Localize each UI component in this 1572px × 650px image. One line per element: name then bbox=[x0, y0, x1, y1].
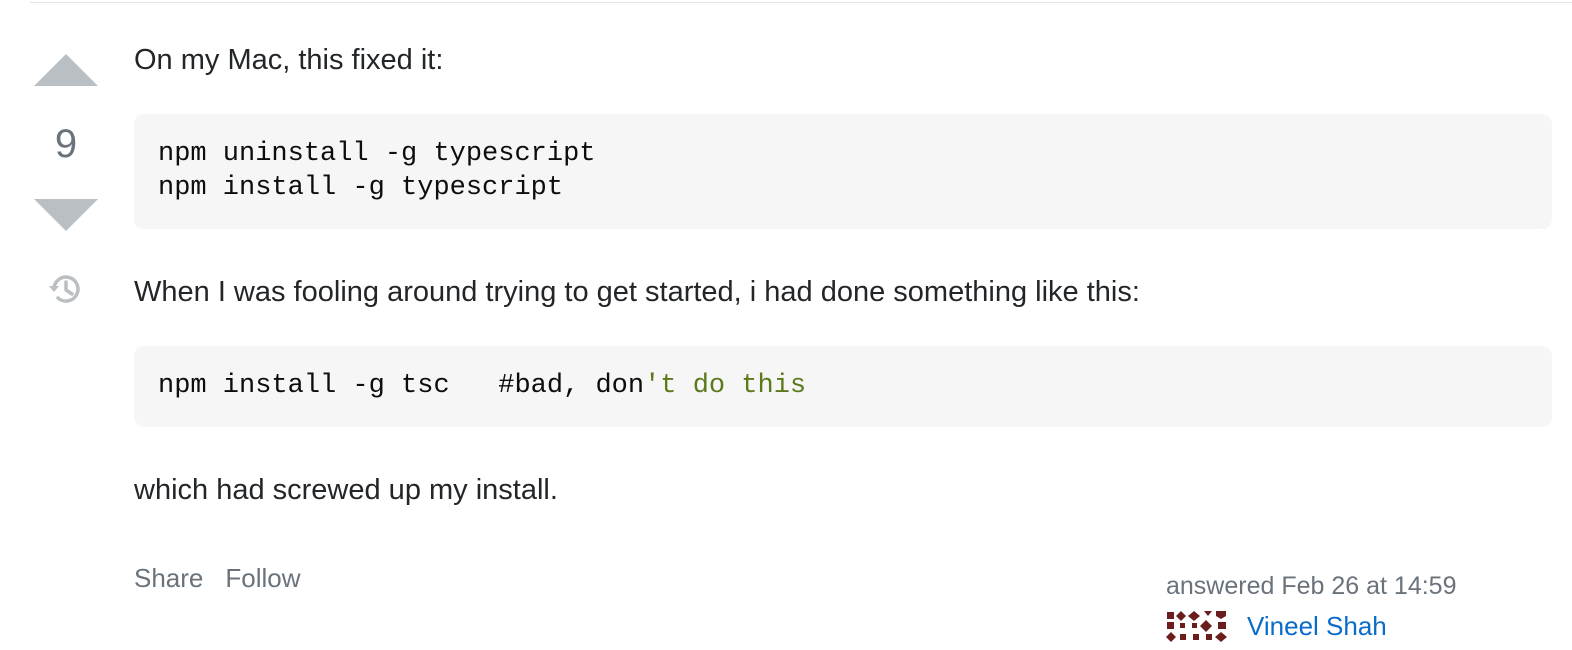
answer: 9 On my Mac, this fixed it: npm uninstal… bbox=[0, 0, 1572, 644]
follow-link[interactable]: Follow bbox=[225, 563, 300, 593]
code-line: npm install -g typescript bbox=[158, 173, 564, 203]
share-link[interactable]: Share bbox=[134, 563, 203, 593]
user-card: answered Feb 26 at 14:59 Vineel Shah bbox=[1166, 568, 1546, 642]
answered-timestamp: answered Feb 26 at 14:59 bbox=[1166, 572, 1457, 600]
arrow-up-icon[interactable] bbox=[34, 54, 98, 86]
history-icon[interactable] bbox=[46, 270, 84, 308]
code-line: npm install -g tsc #bad, don't do this bbox=[158, 369, 1528, 403]
paragraph: On my Mac, this fixed it: bbox=[134, 44, 444, 76]
user-name-link[interactable]: Vineel Shah bbox=[1247, 608, 1387, 644]
code-block: npm uninstall -g typescript npm install … bbox=[134, 114, 1552, 229]
paragraph: which had screwed up my install. bbox=[134, 474, 558, 506]
arrow-down-icon[interactable] bbox=[34, 199, 98, 231]
code-line: npm uninstall -g typescript bbox=[158, 139, 596, 169]
vote-count: 9 bbox=[54, 122, 78, 166]
code-string: 't do this bbox=[644, 371, 807, 401]
divider bbox=[30, 2, 1572, 3]
code-text: npm install -g tsc #bad, don bbox=[158, 371, 645, 401]
avatar[interactable] bbox=[1166, 610, 1230, 642]
user-info: Vineel Shah bbox=[1166, 610, 1546, 650]
post-menu: Share Follow bbox=[134, 563, 323, 594]
code-block: npm install -g tsc #bad, don't do this bbox=[134, 346, 1552, 427]
paragraph: When I was fooling around trying to get … bbox=[134, 276, 1140, 308]
